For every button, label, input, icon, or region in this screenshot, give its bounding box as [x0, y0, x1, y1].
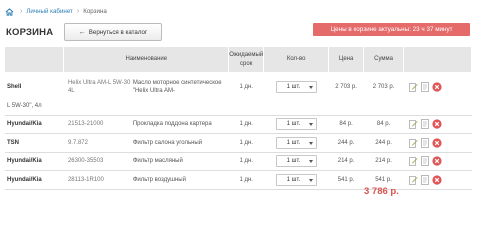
term-cell: 1 дн. [239, 84, 253, 90]
quantity-select[interactable]: 1 шт. [275, 81, 317, 93]
breadcrumb-separator: › [76, 8, 80, 15]
quantity-cell: 1 шт. [263, 152, 329, 171]
home-icon[interactable] [5, 7, 14, 16]
chevron-down-icon [308, 123, 313, 127]
breadcrumb-link[interactable]: Личный кабинет [26, 8, 73, 15]
table-row: Hyundai/Kia 21513-21000 Прокладка поддона … [5, 115, 472, 134]
chevron-down-icon [308, 141, 313, 145]
term-cell: 1 дн. [228, 170, 264, 190]
quantity-cell: 1 шт. [264, 72, 329, 102]
quantity-select[interactable]: 1 шт. [275, 173, 317, 186]
description-cell-continued: L 5W-30", 4л [5, 102, 229, 116]
sum-cell: 84 р. [363, 115, 404, 134]
brand-cell: Shell [7, 84, 22, 90]
note-icon[interactable] [420, 174, 429, 185]
note-icon[interactable] [420, 119, 429, 130]
col-header-qty: Кол-во [263, 47, 330, 72]
chevron-down-icon [308, 160, 313, 164]
quantity-cell: 1 шт. [263, 170, 329, 190]
price-cell: 244 р. [328, 133, 364, 153]
description-cell: Прокладка поддона картера [130, 115, 229, 134]
price-cell: 84 р. [328, 115, 364, 134]
delete-icon[interactable] [431, 156, 442, 166]
table-row: Hyundai/Kia 26300-35503 Фильтр масляный 1 д… [5, 152, 472, 171]
edit-icon[interactable] [408, 138, 418, 148]
table-header: Наименование Ожидаемый срок Кол-во Цена … [5, 47, 472, 72]
chevron-down-icon [308, 86, 313, 89]
quantity-value: 1 шт. [286, 176, 301, 183]
col-header-name: Наименование [63, 47, 230, 72]
note-icon[interactable] [420, 156, 429, 167]
edit-icon[interactable] [408, 119, 418, 130]
description-cell: Фильтр масляный [130, 152, 229, 171]
quantity-select[interactable]: 1 шт. [275, 118, 317, 131]
description-cell: Масло моторное синтетическое "Helix Ultr… [132, 79, 222, 94]
brand-cell: Hyundai/Kia [5, 152, 64, 171]
term-cell: 1 дн. [228, 115, 264, 134]
sum-cell: 2 703 р. [372, 84, 395, 90]
quantity-value: 1 шт. [286, 121, 301, 128]
quantity-cell: 1 шт. [263, 115, 329, 134]
description-cell: Фильтр салона угольный [130, 133, 229, 153]
article-cell: Helix Ultra AM-L 5W-30 4L [67, 79, 131, 94]
price-cell: 2 703 р. [335, 84, 357, 90]
article-cell: 26300-35503 [63, 152, 131, 171]
term-cell: 1 дн. [228, 152, 264, 171]
col-header-sum: Сумма [363, 47, 405, 72]
edit-icon[interactable] [408, 82, 418, 92]
delete-icon[interactable] [431, 138, 442, 148]
quantity-value: 1 шт. [286, 158, 301, 165]
breadcrumb-current: Корзина [83, 8, 107, 15]
arrow-left-icon: ← [78, 28, 86, 36]
cart-total: 3 786 р. [364, 186, 399, 197]
cart-table: Наименование Ожидаемый срок Кол-во Цена … [5, 47, 472, 190]
col-header-price: Цена [328, 47, 365, 72]
delete-icon[interactable] [431, 119, 442, 129]
article-cell: 21513-21000 [63, 115, 131, 134]
note-icon[interactable] [420, 82, 429, 92]
row-actions [403, 115, 472, 134]
article-cell: 9.7.872 [63, 133, 131, 153]
quantity-cell: 1 шт. [263, 133, 329, 153]
quantity-select[interactable]: 1 шт. [275, 136, 317, 149]
table-row-continuation: L 5W-30", 4л [5, 102, 472, 116]
sum-cell: 244 р. [363, 133, 404, 153]
description-cell: Фильтр воздушный [130, 170, 229, 190]
brand-cell: TSN [5, 133, 64, 153]
article-cell: 28113-1R100 [63, 170, 131, 190]
brand-cell: Hyundai/Kia [5, 115, 64, 134]
page-title: КОРЗИНА [6, 27, 54, 38]
table-row: Hyundai/Kia 28113-1R100 Фильтр воздушный 1 … [5, 170, 472, 190]
back-to-catalog-label: Вернуться в каталог [88, 28, 148, 36]
price-cell: 214 р. [328, 152, 364, 171]
note-icon[interactable] [420, 137, 429, 148]
delete-icon[interactable] [431, 175, 442, 185]
sum-cell: 214 р. [363, 152, 404, 171]
row-actions [403, 133, 472, 153]
term-cell: 1 дн. [228, 133, 264, 153]
edit-icon[interactable] [408, 175, 418, 185]
delete-icon[interactable] [431, 82, 442, 92]
quantity-value: 1 шт. [286, 84, 301, 90]
quantity-value: 1 шт. [286, 139, 301, 146]
price-cell: 541 р. [328, 170, 364, 190]
price-validity-banner: Цены в корзине актуальны: 23 ч 37 минут [313, 23, 470, 36]
row-actions [403, 152, 472, 171]
table-row: TSN 9.7.872 Фильтр салона угольный 1 дн. 1 ш… [5, 133, 472, 153]
breadcrumb-separator: › [20, 8, 23, 15]
chevron-down-icon [308, 178, 313, 182]
edit-icon[interactable] [408, 156, 418, 167]
brand-cell: Hyundai/Kia [5, 170, 64, 190]
col-header-term: Ожидаемый срок [228, 47, 265, 72]
row-actions [404, 72, 472, 102]
row-actions [403, 170, 472, 190]
table-row: Shell Helix Ultra AM-L 5W-30 4L Масло мото… [5, 72, 472, 102]
quantity-select[interactable]: 1 шт. [275, 155, 317, 168]
back-to-catalog-button[interactable]: ← Вернуться в каталог [64, 23, 162, 41]
breadcrumb: › Личный кабинет › Корзина [5, 7, 107, 16]
